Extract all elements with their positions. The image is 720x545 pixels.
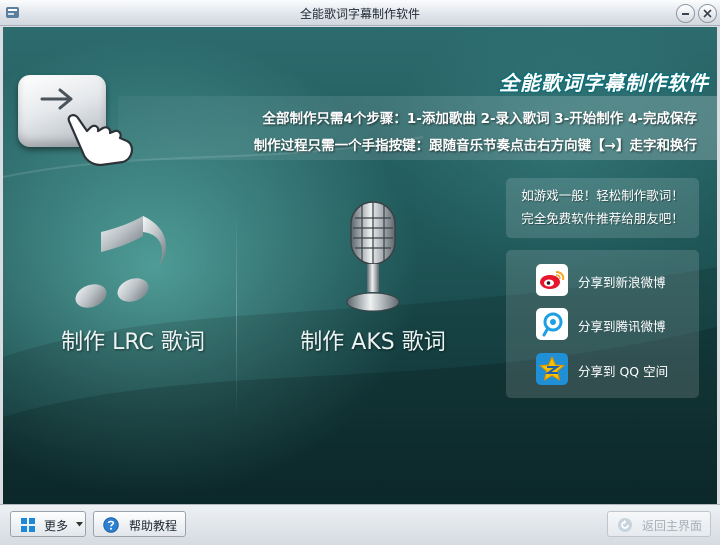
help-label: 帮助教程 (129, 519, 178, 533)
music-note-icon (75, 216, 166, 308)
share-tencent-weibo[interactable]: 分享到腾讯微博 (536, 308, 696, 340)
sina-weibo-icon (536, 264, 568, 296)
pointing-hand-icon (67, 114, 133, 167)
share-sina-weibo[interactable]: 分享到新浪微博 (536, 264, 696, 296)
close-icon (703, 9, 712, 18)
window-title: 全能歌词字幕制作软件 (299, 7, 420, 21)
share-panel: 分享到新浪微博 分享到腾讯微博 分享到 QQ 空间 (506, 250, 699, 398)
make-aks-label: 制作 AKS 歌词 (300, 330, 446, 355)
make-aks-button[interactable]: 制作 AKS 歌词 (283, 192, 463, 387)
column-divider (236, 209, 237, 419)
help-tutorial-button[interactable]: 帮助教程 (93, 511, 186, 537)
windows-icon (21, 518, 35, 532)
make-lrc-button[interactable]: 制作 LRC 歌词 (43, 192, 223, 387)
promo-line-1: 如游戏一般！轻松制作歌词！ (521, 188, 684, 203)
bottom-toolbar: 更多 帮助教程 返回主界面 (0, 504, 720, 545)
tencent-weibo-icon (536, 308, 568, 340)
app-title: 全能歌词字幕制作软件 (499, 71, 709, 95)
main-panel: 全能歌词字幕制作软件 全部制作只需4个步骤：1-添加歌曲 2-录入歌词 3-开始… (3, 27, 717, 504)
minimize-icon (682, 13, 689, 15)
back-icon (618, 518, 632, 532)
key-instruction: 制作过程只需一个手指按键：跟随音乐节奏点击右方向键【→】走字和换行 (253, 138, 697, 154)
share-tencent-weibo-label: 分享到腾讯微博 (578, 319, 666, 334)
promo-line-2: 完全免费软件推荐给朋友吧！ (521, 211, 684, 226)
microphone-icon (346, 201, 400, 312)
help-icon (103, 517, 119, 533)
minimize-button[interactable] (676, 4, 695, 23)
close-button[interactable] (698, 4, 717, 23)
steps-instruction: 全部制作只需4个步骤：1-添加歌曲 2-录入歌词 3-开始制作 4-完成保存 (262, 111, 697, 127)
share-qzone[interactable]: 分享到 QQ 空间 (536, 353, 696, 385)
promo-box: 如游戏一般！轻松制作歌词！ 完全免费软件推荐给朋友吧！ (506, 178, 699, 238)
more-label: 更多 (44, 519, 69, 533)
share-sina-weibo-label: 分享到新浪微博 (578, 275, 666, 290)
back-to-main-button[interactable]: 返回主界面 (607, 511, 711, 537)
title-bar: 全能歌词字幕制作软件 (0, 0, 720, 26)
caret-down-icon (76, 522, 83, 527)
qzone-icon (536, 353, 568, 385)
share-qzone-label: 分享到 QQ 空间 (578, 364, 669, 379)
more-button[interactable]: 更多 (10, 511, 86, 537)
back-label: 返回主界面 (642, 519, 703, 533)
make-lrc-label: 制作 LRC 歌词 (61, 330, 205, 355)
